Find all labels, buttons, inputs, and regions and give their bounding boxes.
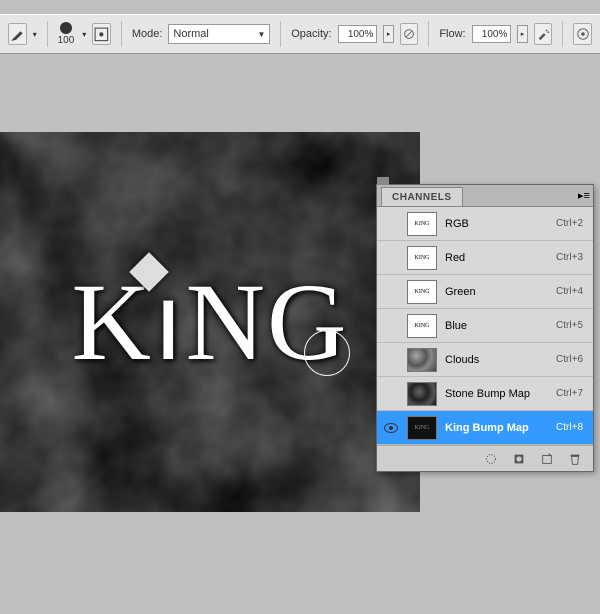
channel-row[interactable]: KING RGB Ctrl+2 bbox=[377, 207, 593, 241]
channel-shortcut: Ctrl+4 bbox=[556, 286, 583, 297]
channel-thumbnail: KING bbox=[407, 246, 437, 270]
load-selection-button[interactable] bbox=[483, 452, 499, 466]
panel-tab-row: CHANNELS ▸≡ bbox=[377, 185, 593, 207]
visibility-eye-icon[interactable] bbox=[383, 250, 399, 266]
opacity-input[interactable]: 100% bbox=[338, 25, 378, 43]
channel-row[interactable]: Stone Bump Map Ctrl+7 bbox=[377, 377, 593, 411]
flow-flyout-button[interactable]: ▸ bbox=[517, 25, 527, 43]
chevron-down-icon: ▼ bbox=[257, 30, 265, 39]
channel-row[interactable]: KING Blue Ctrl+5 bbox=[377, 309, 593, 343]
channel-thumbnail bbox=[407, 382, 437, 406]
channel-row[interactable]: KING King Bump Map Ctrl+8 bbox=[377, 411, 593, 445]
channel-shortcut: Ctrl+6 bbox=[556, 354, 583, 365]
save-selection-button[interactable] bbox=[511, 452, 527, 466]
visibility-eye-icon[interactable] bbox=[383, 284, 399, 300]
dropdown-arrow-icon[interactable]: ▾ bbox=[33, 30, 37, 39]
channel-thumbnail: KING bbox=[407, 416, 437, 440]
channel-thumbnail: KING bbox=[407, 212, 437, 236]
channel-row[interactable]: KING Green Ctrl+4 bbox=[377, 275, 593, 309]
chevron-down-icon[interactable]: ▾ bbox=[82, 30, 86, 39]
brush-panel-toggle[interactable] bbox=[92, 23, 111, 45]
pressure-opacity-toggle[interactable] bbox=[400, 23, 419, 45]
channel-name: Stone Bump Map bbox=[445, 388, 548, 400]
mode-value: Normal bbox=[173, 28, 208, 40]
channel-shortcut: Ctrl+2 bbox=[556, 218, 583, 229]
opacity-flyout-button[interactable]: ▸ bbox=[383, 25, 393, 43]
document-canvas[interactable]: KıNG bbox=[0, 132, 420, 512]
channel-thumbnail: KING bbox=[407, 314, 437, 338]
channel-thumbnail bbox=[407, 348, 437, 372]
panel-collapse-grip[interactable] bbox=[377, 177, 389, 185]
pressure-size-toggle[interactable] bbox=[573, 23, 592, 45]
flow-input[interactable]: 100% bbox=[472, 25, 512, 43]
opacity-label: Opacity: bbox=[291, 28, 331, 40]
channel-shortcut: Ctrl+8 bbox=[556, 422, 583, 433]
blend-mode-select[interactable]: Normal ▼ bbox=[168, 24, 270, 44]
visibility-eye-icon[interactable] bbox=[383, 318, 399, 334]
channel-thumbnail: KING bbox=[407, 280, 437, 304]
channel-row[interactable]: KING Red Ctrl+3 bbox=[377, 241, 593, 275]
channels-panel: CHANNELS ▸≡ KINGRGBCtrl+2KINGRedCtrl+3KI… bbox=[376, 184, 594, 472]
channel-name: Clouds bbox=[445, 354, 548, 366]
mode-label: Mode: bbox=[132, 28, 163, 40]
options-toolbar: ▾ 100 ▾ Mode: Normal ▼ Opacity: 100% ▸ F… bbox=[0, 14, 600, 54]
brush-dot-icon bbox=[60, 22, 72, 34]
panel-menu-button[interactable]: ▸≡ bbox=[575, 189, 593, 206]
channel-name: Green bbox=[445, 286, 548, 298]
airbrush-toggle[interactable] bbox=[534, 23, 553, 45]
delete-channel-button[interactable] bbox=[567, 452, 583, 466]
channel-name: RGB bbox=[445, 218, 548, 230]
visibility-eye-icon[interactable] bbox=[383, 420, 399, 436]
visibility-eye-icon[interactable] bbox=[383, 216, 399, 232]
canvas-text: KıNG bbox=[72, 258, 349, 386]
flow-label: Flow: bbox=[439, 28, 465, 40]
channel-shortcut: Ctrl+7 bbox=[556, 388, 583, 399]
tab-channels[interactable]: CHANNELS bbox=[381, 187, 463, 206]
channel-name: Red bbox=[445, 252, 548, 264]
channel-shortcut: Ctrl+3 bbox=[556, 252, 583, 263]
brush-size-value: 100 bbox=[58, 35, 75, 46]
channel-shortcut: Ctrl+5 bbox=[556, 320, 583, 331]
brush-preset-picker[interactable]: 100 bbox=[58, 22, 75, 46]
channel-name: Blue bbox=[445, 320, 548, 332]
visibility-eye-icon[interactable] bbox=[383, 352, 399, 368]
panel-footer bbox=[377, 445, 593, 471]
channel-list: KING RGB Ctrl+2 KING Red Ctrl+3 KING Green Ctrl+… bbox=[377, 207, 593, 445]
channel-row[interactable]: Clouds Ctrl+6 bbox=[377, 343, 593, 377]
new-channel-button[interactable] bbox=[539, 452, 555, 466]
channel-name: King Bump Map bbox=[445, 422, 548, 434]
brush-tool-icon[interactable] bbox=[8, 23, 27, 45]
visibility-eye-icon[interactable] bbox=[383, 386, 399, 402]
